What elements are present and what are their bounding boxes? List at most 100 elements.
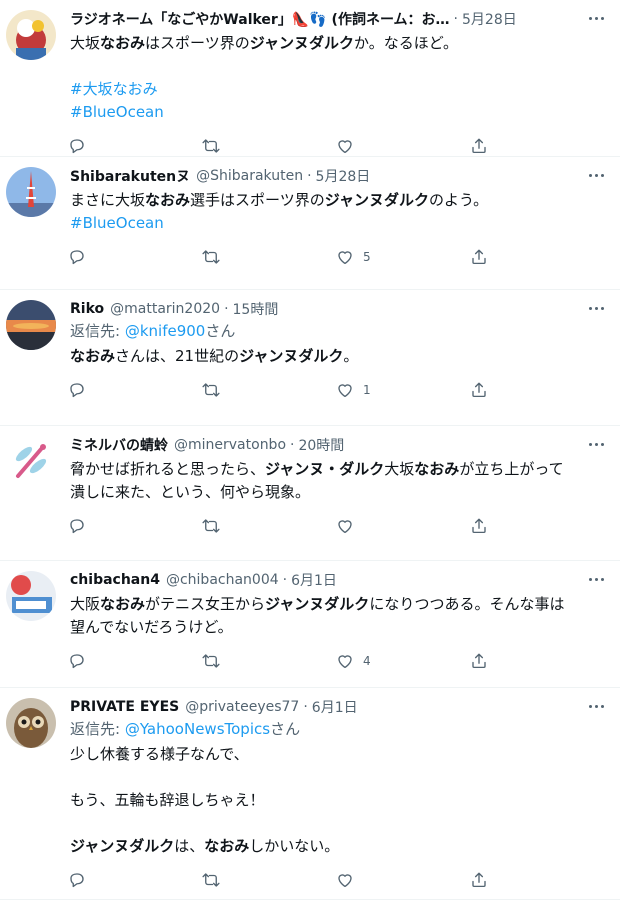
reply-button[interactable] (68, 248, 202, 266)
tweet-text-line: #BlueOcean (70, 212, 604, 235)
text-run: はスポーツ界の (145, 34, 250, 52)
avatar[interactable] (6, 698, 56, 748)
display-name[interactable]: ラジオネーム「なごやかWalker」👠👣 (作詞ネーム：お… (70, 9, 450, 29)
retweet-button[interactable] (202, 652, 336, 670)
like-button[interactable] (336, 137, 470, 155)
tweet-header: chibachan4 @chibachan004 · 6月1日 (70, 569, 604, 591)
reply-to-user-link[interactable]: @knife900 (125, 322, 206, 340)
display-name[interactable]: Riko (70, 301, 104, 317)
hashtag-link[interactable]: #BlueOcean (70, 214, 164, 232)
text-run: 。 (343, 347, 359, 365)
action-bar (68, 858, 604, 900)
highlighted-term: ジャンヌダルク (265, 595, 370, 613)
text-run: 選手はスポーツ界の (190, 191, 325, 209)
tweet-text: 脅かせば折れると思ったら、ジャンヌ・ダルク大坂なおみが立ち上がって 潰しに来た、と… (70, 456, 604, 504)
user-handle[interactable]: @privateeyes77 (185, 699, 299, 715)
separator-dot: · (303, 699, 308, 715)
hashtag-link[interactable]: #BlueOcean (70, 103, 164, 121)
timestamp[interactable]: 6月1日 (312, 697, 358, 717)
timestamp[interactable]: 15時間 (233, 299, 279, 319)
hashtag-link[interactable]: #大坂なおみ (70, 80, 158, 98)
reply-icon (68, 248, 86, 266)
display-name[interactable]: Shibarakutenヌ (70, 166, 190, 186)
share-button[interactable] (470, 871, 604, 889)
tweet-text-line (70, 812, 604, 835)
avatar[interactable] (6, 300, 56, 350)
tweet-text-line: 大阪なおみがテニス女王からジャンヌダルクになりつつある。そんな事は (70, 593, 604, 616)
more-dots-icon[interactable] (584, 571, 608, 587)
tweet-header: ミネルバの蜻蛉 @minervatonbo · 20時間 (70, 434, 604, 456)
more-dots-icon[interactable] (584, 10, 608, 26)
more-dots-icon[interactable] (584, 167, 608, 183)
retweet-button[interactable] (202, 517, 336, 535)
tweet[interactable]: ラジオネーム「なごやかWalker」👠👣 (作詞ネーム：お… · 5月28日 大… (0, 0, 620, 157)
user-handle[interactable]: @mattarin2020 (110, 301, 220, 317)
display-name[interactable]: PRIVATE EYES (70, 699, 179, 715)
timestamp[interactable]: 5月28日 (462, 9, 517, 29)
text-run: しかいない。 (249, 837, 340, 855)
separator-dot: · (307, 168, 312, 184)
more-dots-icon[interactable] (584, 698, 608, 714)
reply-context: 返信先: @knife900さん (70, 320, 604, 343)
reply-button[interactable] (68, 381, 202, 399)
text-run: が立ち上がって (459, 460, 564, 478)
like-button[interactable]: 5 (336, 248, 470, 266)
share-button[interactable] (470, 517, 604, 535)
user-handle[interactable]: @chibachan004 (166, 572, 279, 588)
timestamp[interactable]: 20時間 (298, 435, 344, 455)
like-button[interactable]: 4 (336, 652, 470, 670)
retweet-icon (202, 381, 220, 399)
text-run: さんは、21世紀の (115, 347, 240, 365)
retweet-button[interactable] (202, 248, 336, 266)
share-button[interactable] (470, 381, 604, 399)
retweet-button[interactable] (202, 381, 336, 399)
user-handle[interactable]: @Shibarakuten (196, 168, 303, 184)
tweet[interactable]: Riko @mattarin2020 · 15時間 返信先: @knife900… (0, 290, 620, 426)
retweet-button[interactable] (202, 137, 336, 155)
tweet[interactable]: ミネルバの蜻蛉 @minervatonbo · 20時間 脅かせば折れると思った… (0, 426, 620, 561)
timestamp[interactable]: 6月1日 (291, 570, 337, 590)
more-dots-icon[interactable] (584, 436, 608, 452)
tweet[interactable]: PRIVATE EYES @privateeyes77 · 6月1日 返信先: … (0, 688, 620, 900)
avatar[interactable] (6, 10, 56, 60)
highlighted-term: なおみ (145, 191, 191, 209)
display-name[interactable]: chibachan4 (70, 572, 160, 588)
highlighted-term: ジャンヌダルク (324, 191, 429, 209)
reply-button[interactable] (68, 871, 202, 889)
reply-button[interactable] (68, 652, 202, 670)
user-handle[interactable]: @minervatonbo (174, 437, 286, 453)
tweet-header: PRIVATE EYES @privateeyes77 · 6月1日 (70, 696, 604, 718)
tweet-text-line: なおみさんは、21世紀のジャンヌダルク。 (70, 345, 604, 368)
tweet[interactable]: chibachan4 @chibachan004 · 6月1日 大阪なおみがテニ… (0, 561, 620, 688)
text-run: もう、五輪も辞退しちゃえ！ (70, 791, 265, 809)
tweet-text-line: 望んでないだろうけど。 (70, 616, 604, 639)
highlighted-term: ジャンヌダルク (70, 837, 175, 855)
retweet-button[interactable] (202, 871, 336, 889)
more-dots-icon[interactable] (584, 300, 608, 316)
avatar[interactable] (6, 436, 56, 486)
reply-button[interactable] (68, 137, 202, 155)
heart-icon (336, 652, 354, 670)
like-button[interactable] (336, 871, 470, 889)
timestamp[interactable]: 5月28日 (316, 166, 371, 186)
share-button[interactable] (470, 652, 604, 670)
reply-to-user-link[interactable]: @YahooNewsTopics (125, 720, 270, 738)
reply-to-label: 返信先: (70, 322, 125, 340)
retweet-icon (202, 248, 220, 266)
share-button[interactable] (470, 248, 604, 266)
avatar[interactable] (6, 571, 56, 621)
like-button[interactable] (336, 517, 470, 535)
tweet[interactable]: Shibarakutenヌ @Shibarakuten · 5月28日 まさに大… (0, 157, 620, 290)
text-run: のよう。 (429, 191, 489, 209)
display-name[interactable]: ミネルバの蜻蛉 (70, 435, 168, 455)
text-run: 脅かせば折れると思ったら、 (70, 460, 266, 478)
tweet-text-line: 少し休養する様子なんで、 (70, 743, 604, 766)
reply-button[interactable] (68, 517, 202, 535)
retweet-icon (202, 871, 220, 889)
tweet-text: まさに大坂なおみ選手はスポーツ界のジャンヌダルクのよう。 #BlueOcean (70, 187, 604, 235)
highlighted-term: ジャンヌ・ダルク (265, 460, 385, 478)
like-button[interactable]: 1 (336, 381, 470, 399)
share-button[interactable] (470, 137, 604, 155)
text-run: 大阪 (70, 595, 101, 613)
avatar[interactable] (6, 167, 56, 217)
